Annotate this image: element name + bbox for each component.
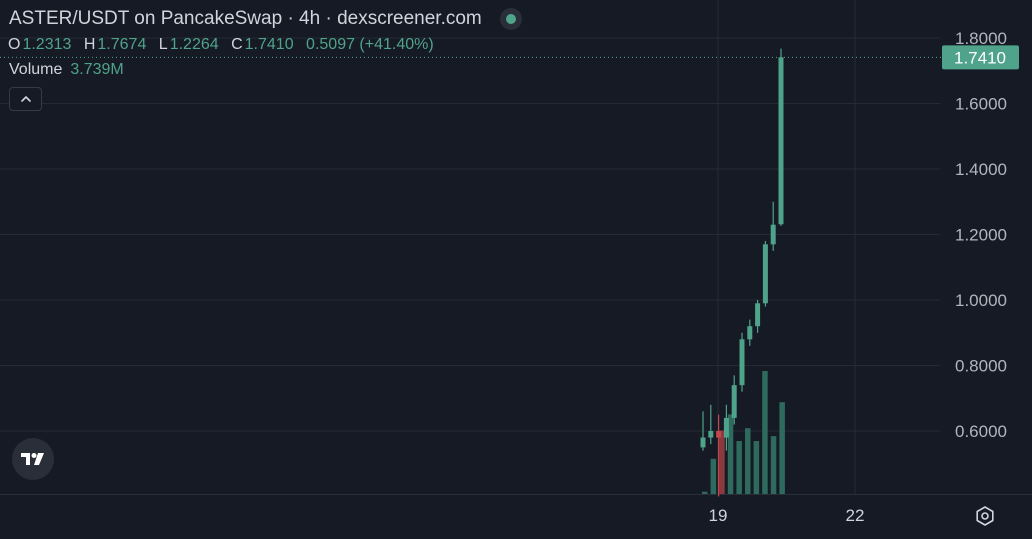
volume-bar	[762, 370, 768, 494]
candlesticks	[700, 48, 784, 497]
candle-body	[731, 385, 737, 418]
close-value: 1.7410	[244, 36, 294, 53]
high-value: 1.7674	[97, 36, 147, 53]
y-tick-label: 1.4000	[955, 160, 1007, 179]
volume-bar	[710, 458, 717, 494]
chart-header: ASTER/USDT on PancakeSwap · 4h · dexscre…	[9, 8, 522, 30]
volume-legend: Volume 3.739M	[9, 61, 124, 79]
y-tick-label: 1.2000	[955, 226, 1007, 245]
x-tick-label: 19	[709, 506, 728, 525]
y-tick-label: 1.8000	[955, 29, 1007, 48]
volume-bar	[753, 441, 760, 494]
y-tick-label: 1.0000	[955, 291, 1007, 310]
tradingview-mark	[21, 453, 44, 465]
volume-bar	[702, 491, 708, 494]
chevron-up-icon	[20, 96, 31, 102]
volume-label: Volume	[9, 61, 63, 78]
x-tick-label: 22	[846, 506, 865, 525]
candle-body	[770, 224, 776, 245]
y-tick-label: 0.6000	[955, 422, 1007, 441]
candle-body	[708, 431, 714, 438]
price-chart[interactable]: 1.8000 1.6000 1.4000 1.2000 1.0000 0.8000 0.60…	[0, 0, 1032, 539]
close-label: C	[231, 36, 243, 53]
chart-title: ASTER/USDT on PancakeSwap · 4h · dexscre…	[9, 8, 482, 29]
change-value: 0.5097 (+41.40%)	[306, 36, 434, 53]
ohlc-legend: O 1.2313 H 1.7674 L 1.2264 C 1.7410 0.5097 (…	[8, 36, 442, 54]
gear-shape	[976, 506, 994, 526]
live-dot-icon	[499, 8, 522, 30]
volume-bar	[745, 428, 751, 494]
collapse-legend-button[interactable]	[9, 87, 42, 111]
candle-body	[747, 326, 753, 340]
low-label: L	[158, 36, 168, 53]
candle-body	[716, 431, 722, 438]
volume-value: 3.739M	[70, 61, 124, 78]
open-label: O	[8, 36, 21, 53]
last-price-label: 1.7410	[954, 48, 1006, 67]
grid	[0, 0, 1032, 495]
gear-icon[interactable]	[974, 505, 996, 527]
y-tick-label: 1.6000	[955, 95, 1007, 114]
candle-body	[739, 339, 745, 386]
candle-body	[700, 437, 706, 448]
candle-body	[723, 417, 729, 438]
open-value: 1.2313	[22, 36, 72, 53]
high-label: H	[83, 36, 96, 53]
volume-bar	[770, 436, 777, 494]
candle-body	[762, 244, 768, 304]
y-tick-label: 0.8000	[955, 357, 1007, 376]
volume-bar	[719, 430, 725, 494]
low-value: 1.2264	[169, 36, 219, 53]
volume-bar	[736, 441, 742, 494]
volume-bars	[702, 370, 785, 494]
tradingview-logo-icon[interactable]	[12, 438, 54, 480]
volume-bar	[779, 402, 785, 494]
candle-body	[778, 57, 784, 225]
candle-body	[755, 303, 761, 327]
